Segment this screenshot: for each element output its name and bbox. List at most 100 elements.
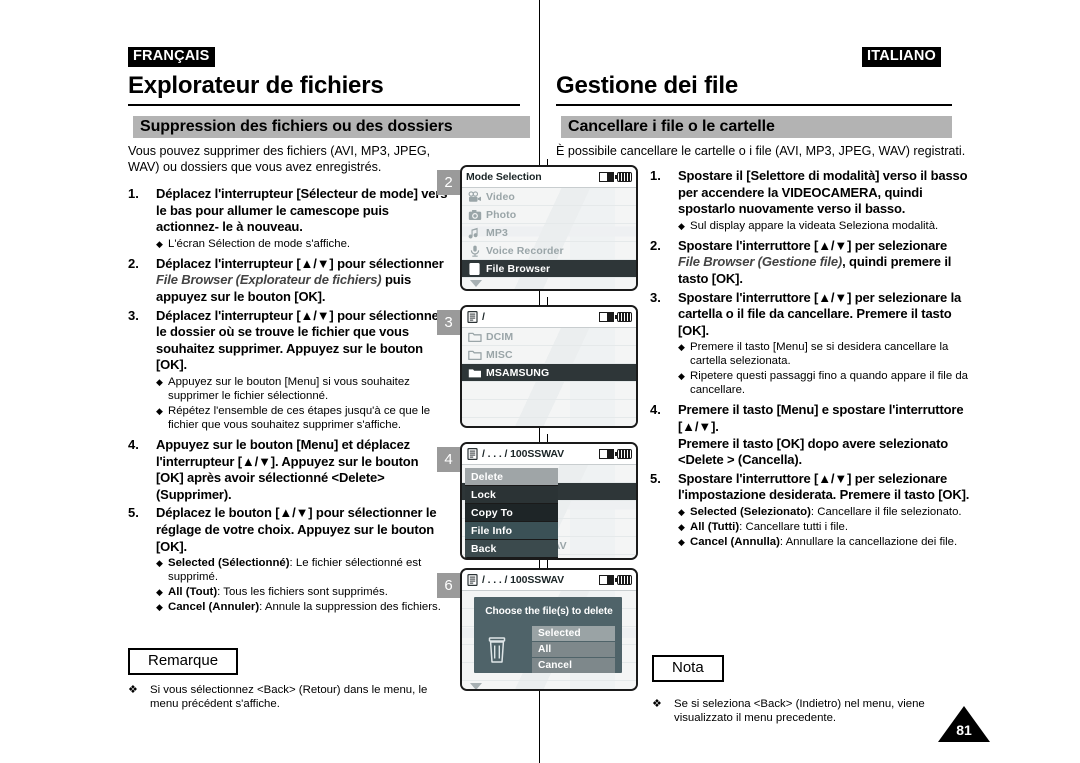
lcd-popup-menu[interactable]: Delete Lock Copy To File Info Back (465, 468, 558, 558)
step-body: Spostare l'interruttore [▲/▼] per selezi… (678, 238, 970, 288)
scroll-down-arrow-icon[interactable] (462, 681, 636, 689)
lcd-screen: Mode Selection Video Photo MP3 Voice Recorde… (460, 165, 638, 291)
manual-page: FRANÇAIS Explorateur de fichiers Suppres… (0, 0, 1080, 763)
lcd-menu-item-label: Photo (486, 208, 517, 221)
bullet-text: Cancel (Annulla): Annullare la cancellaz… (690, 535, 970, 549)
step-text: Déplacez l'interrupteur [Sélecteur de mo… (156, 186, 448, 235)
clover-icon: ❖ (652, 698, 662, 710)
clover-icon: ❖ (128, 684, 138, 696)
lcd-body: elWAVWAVWAVSWAV0004.WAVDeleteLockCopy To… (462, 465, 636, 558)
section-title-french: Suppression des fichiers ou des dossiers (140, 118, 453, 135)
step-number: 5. (128, 505, 139, 521)
step-badge: 4 (437, 447, 460, 472)
lcd-screen: / . . . / 100SSWAV elWAVWAVWAVSWAV0004.WA… (460, 442, 638, 560)
step-bullets: ◆ Selected (Selezionato): Cancellare il f… (678, 505, 970, 549)
lcd-menu-item[interactable]: MSAMSUNG (462, 364, 636, 382)
lcd-menu-item[interactable]: Photo (462, 206, 636, 224)
scroll-down-arrow-icon[interactable] (462, 278, 636, 289)
folder-icon (468, 367, 482, 379)
section-title-italian: Cancellare i file o le cartelle (568, 118, 775, 135)
popup-menu-item[interactable]: Delete (465, 468, 558, 486)
battery-icon (615, 575, 632, 585)
bullet-text: Ripetere questi passaggi fino a quando a… (690, 370, 968, 397)
dialog-button-all[interactable]: All (532, 642, 615, 657)
lcd-menu-item[interactable]: Voice Recorder (462, 242, 636, 260)
note-body-french: Si vous sélectionnez <Back> (Retour) dan… (150, 684, 428, 710)
bullet-definition: : Cancellare il file selezionato. (810, 505, 962, 518)
step-text: Premere il tasto [Menu] e spostare l'int… (678, 402, 964, 468)
step-number: 1. (128, 186, 139, 201)
bullet-term: Selected (Selezionato) (690, 505, 811, 518)
step-bullets: ◆ Selected (Sélectionné): Le fichier séle… (156, 556, 448, 614)
bullet-definition: : Cancellare tutti i file. (739, 520, 849, 533)
step-item: 3. Spostare l'interruttore [▲/▼] per sele… (650, 290, 970, 401)
lcd-menu-item[interactable] (462, 418, 636, 426)
lcd-menu-item[interactable]: DCIM (462, 328, 636, 346)
bullet-text: Cancel (Annuler): Annule la suppression … (168, 600, 448, 614)
memory-card-icon (599, 449, 614, 459)
lcd-menu-item[interactable]: MP3 (462, 224, 636, 242)
diamond-bullet-icon: ◆ (156, 376, 163, 387)
lcd-title-text: / . . . / 100SSWAV (482, 574, 565, 586)
lcd-menu-item[interactable]: Video (462, 188, 636, 206)
step-text: Déplacez l'interrupteur [▲/▼] pour sélec… (156, 256, 448, 306)
popup-menu-item[interactable]: File Info (465, 522, 558, 540)
bullet-item: ◆ Selected (Sélectionné): Le fichier séle… (156, 556, 448, 584)
lcd-connector-line (547, 434, 548, 442)
bullet-text: Premere il tasto [Menu] se si desidera c… (690, 341, 949, 368)
step-text-emphasis: File Browser (Explorateur de fichiers) (156, 272, 382, 288)
bullet-term: All (Tutti) (690, 520, 740, 533)
step-badge: 2 (437, 170, 460, 195)
note-body-italian: Se si seleziona <Back> (Indietro) nel me… (674, 698, 925, 724)
diamond-bullet-icon: ◆ (156, 587, 163, 598)
lcd-menu-item[interactable]: MISC (462, 346, 636, 364)
bullet-text: Appuyez sur le bouton [Menu] si vous sou… (168, 375, 410, 402)
bullet-text: Répétez l'ensemble de ces étapes jusqu'à… (168, 404, 431, 431)
step-body: Spostare l'interruttore [▲/▼] per selezi… (678, 290, 970, 401)
step-item: 1. Spostare il [Selettore di modalità] ve… (650, 168, 970, 236)
battery-icon (615, 449, 632, 459)
dialog-button-cancel[interactable]: Cancel (532, 658, 615, 673)
bullet-item: ◆ L'écran Sélection de mode s'affiche. (156, 237, 448, 251)
lcd-status-icons (599, 449, 632, 459)
lcd-menu-item[interactable] (462, 382, 636, 400)
diamond-bullet-icon: ◆ (156, 558, 163, 569)
bullet-item: ◆ Cancel (Annuler): Annule la suppression… (156, 600, 448, 614)
step-item: 5. Déplacez le bouton [▲/▼] pour sélectio… (128, 505, 448, 617)
step-text: Spostare l'interruttore [▲/▼] per selezi… (678, 470, 970, 503)
lcd-title-bar: / (462, 307, 636, 328)
step-number: 3. (128, 307, 139, 323)
bullet-item: ◆ Ripetere questi passaggi fino a quando … (678, 369, 970, 397)
folder-icon (468, 349, 482, 361)
popup-menu-item[interactable]: Back (465, 540, 558, 558)
step-number: 4. (128, 436, 139, 452)
step-number: 3. (650, 289, 661, 305)
popup-menu-item[interactable]: Copy To (465, 504, 558, 522)
popup-menu-item[interactable]: Lock (465, 486, 558, 504)
step-bullets: ◆ Sul display appare la videata Seleziona… (678, 219, 970, 233)
step-item: 2. Spostare l'interruttore [▲/▼] per sele… (650, 238, 970, 288)
lcd-title-bar: Mode Selection (462, 167, 636, 188)
title-rule-italian (556, 104, 952, 106)
bullet-item: ◆ All (Tutti): Cancellare tutti i file. (678, 520, 970, 534)
lcd-menu-item[interactable]: File Browser (462, 260, 636, 278)
step-item: 5. Spostare l'interruttore [▲/▼] per sele… (650, 471, 970, 552)
bullet-definition: : Tous les fichiers sont supprimés. (217, 586, 388, 599)
language-tag-francais: FRANÇAIS (128, 47, 215, 67)
lcd-body: Choose the file(s) to delete Selected All C… (462, 591, 636, 689)
lcd-title-text: / (482, 311, 485, 323)
lcd-menu-item[interactable] (462, 400, 636, 418)
diamond-bullet-icon: ◆ (678, 521, 685, 532)
step-item: 1. Déplacez l'interrupteur [Sélecteur de … (128, 186, 448, 254)
bullet-term: Cancel (Annulla) (690, 535, 780, 548)
dialog-button-selected[interactable]: Selected (532, 626, 615, 641)
step-body: Déplacez l'interrupteur [Sélecteur de mo… (156, 186, 448, 254)
bullet-text: Sul display appare la videata Seleziona … (690, 219, 939, 232)
step-badge: 6 (437, 573, 460, 598)
intro-paragraph-french: Vous pouvez supprimer des fichiers (AVI,… (128, 144, 431, 174)
dialog-message: Choose the file(s) to delete (485, 606, 613, 617)
battery-icon (615, 172, 632, 182)
note-label-italian: Nota (652, 655, 726, 684)
lcd-mockup-group: 4 / . . . / 100SSWAV elWAVWAVWAVSWAV0004.W… (437, 434, 638, 562)
bullet-text: Selected (Sélectionné): Le fichier sélec… (168, 556, 448, 584)
